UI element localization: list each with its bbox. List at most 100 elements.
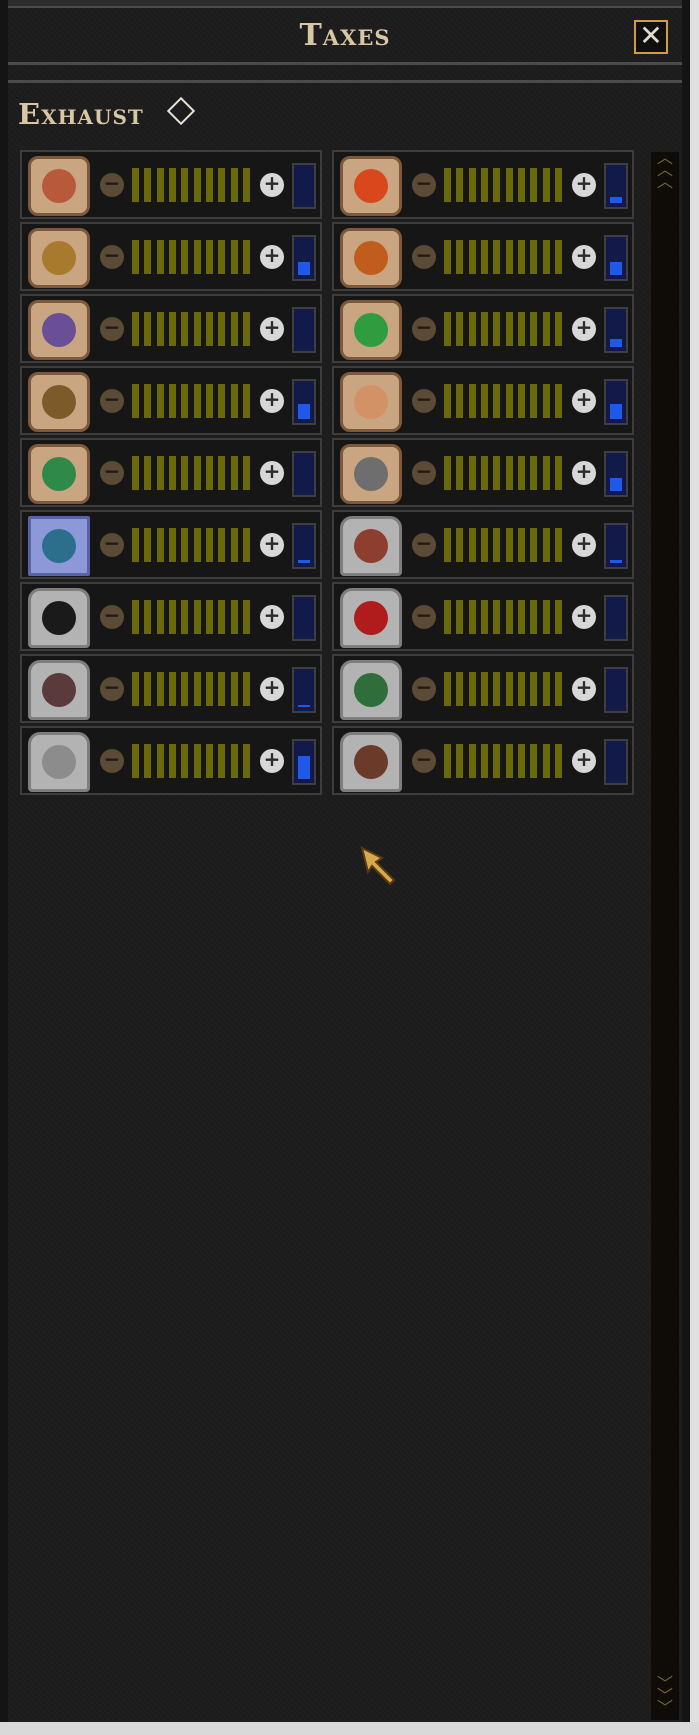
- slider-tick[interactable]: [542, 600, 550, 634]
- slider-tick[interactable]: [242, 240, 250, 274]
- slider-tick[interactable]: [144, 744, 152, 778]
- increase-button[interactable]: +: [572, 461, 596, 485]
- slider-tick[interactable]: [542, 168, 550, 202]
- slider-tick[interactable]: [517, 384, 525, 418]
- slider-tick[interactable]: [493, 744, 501, 778]
- slider-tick[interactable]: [168, 168, 176, 202]
- tax-slider[interactable]: [132, 528, 250, 562]
- slider-tick[interactable]: [480, 528, 488, 562]
- slider-tick[interactable]: [554, 528, 562, 562]
- slider-tick[interactable]: [554, 744, 562, 778]
- increase-button[interactable]: +: [260, 605, 284, 629]
- slider-tick[interactable]: [517, 744, 525, 778]
- slider-tick[interactable]: [205, 672, 213, 706]
- slider-tick[interactable]: [193, 168, 201, 202]
- slider-tick[interactable]: [480, 600, 488, 634]
- increase-button[interactable]: +: [572, 749, 596, 773]
- slider-tick[interactable]: [230, 456, 238, 490]
- slider-tick[interactable]: [205, 168, 213, 202]
- slider-tick[interactable]: [542, 744, 550, 778]
- slider-tick[interactable]: [156, 384, 164, 418]
- slider-tick[interactable]: [542, 384, 550, 418]
- slider-tick[interactable]: [132, 168, 139, 202]
- slider-tick[interactable]: [468, 168, 476, 202]
- slider-tick[interactable]: [517, 168, 525, 202]
- slider-tick[interactable]: [205, 744, 213, 778]
- slider-tick[interactable]: [181, 672, 189, 706]
- decrease-button[interactable]: −: [412, 533, 436, 557]
- slider-tick[interactable]: [156, 672, 164, 706]
- slider-tick[interactable]: [156, 456, 164, 490]
- slider-tick[interactable]: [242, 456, 250, 490]
- slider-tick[interactable]: [542, 456, 550, 490]
- slider-tick[interactable]: [468, 744, 476, 778]
- slider-tick[interactable]: [530, 240, 538, 274]
- slider-tick[interactable]: [444, 672, 451, 706]
- increase-button[interactable]: +: [260, 173, 284, 197]
- slider-tick[interactable]: [156, 168, 164, 202]
- slider-tick[interactable]: [218, 600, 226, 634]
- slider-tick[interactable]: [530, 528, 538, 562]
- tax-slider[interactable]: [444, 240, 562, 274]
- slider-tick[interactable]: [156, 744, 164, 778]
- decrease-button[interactable]: −: [412, 173, 436, 197]
- slider-tick[interactable]: [218, 312, 226, 346]
- slider-tick[interactable]: [530, 672, 538, 706]
- slider-tick[interactable]: [468, 240, 476, 274]
- slider-tick[interactable]: [156, 240, 164, 274]
- slider-tick[interactable]: [468, 456, 476, 490]
- slider-tick[interactable]: [168, 744, 176, 778]
- tax-slider[interactable]: [444, 168, 562, 202]
- slider-tick[interactable]: [242, 672, 250, 706]
- tax-slider[interactable]: [132, 384, 250, 418]
- slider-tick[interactable]: [168, 456, 176, 490]
- decrease-button[interactable]: −: [100, 173, 124, 197]
- slider-tick[interactable]: [493, 240, 501, 274]
- tax-slider[interactable]: [444, 744, 562, 778]
- slider-tick[interactable]: [132, 456, 139, 490]
- slider-tick[interactable]: [242, 312, 250, 346]
- slider-tick[interactable]: [468, 672, 476, 706]
- slider-tick[interactable]: [205, 456, 213, 490]
- slider-tick[interactable]: [517, 456, 525, 490]
- slider-tick[interactable]: [542, 240, 550, 274]
- slider-tick[interactable]: [242, 744, 250, 778]
- slider-tick[interactable]: [132, 600, 139, 634]
- slider-tick[interactable]: [230, 384, 238, 418]
- slider-tick[interactable]: [493, 600, 501, 634]
- slider-tick[interactable]: [444, 528, 451, 562]
- slider-tick[interactable]: [144, 672, 152, 706]
- increase-button[interactable]: +: [572, 173, 596, 197]
- slider-tick[interactable]: [144, 528, 152, 562]
- slider-tick[interactable]: [554, 600, 562, 634]
- slider-tick[interactable]: [242, 528, 250, 562]
- slider-tick[interactable]: [493, 672, 501, 706]
- slider-tick[interactable]: [505, 672, 513, 706]
- decrease-button[interactable]: −: [412, 245, 436, 269]
- slider-tick[interactable]: [554, 456, 562, 490]
- slider-tick[interactable]: [468, 600, 476, 634]
- decrease-button[interactable]: −: [100, 245, 124, 269]
- slider-tick[interactable]: [205, 312, 213, 346]
- slider-tick[interactable]: [132, 240, 139, 274]
- slider-tick[interactable]: [505, 312, 513, 346]
- slider-tick[interactable]: [493, 384, 501, 418]
- slider-tick[interactable]: [505, 528, 513, 562]
- slider-tick[interactable]: [505, 456, 513, 490]
- slider-tick[interactable]: [530, 744, 538, 778]
- slider-tick[interactable]: [205, 528, 213, 562]
- decrease-button[interactable]: −: [412, 317, 436, 341]
- decrease-button[interactable]: −: [100, 317, 124, 341]
- decrease-button[interactable]: −: [100, 749, 124, 773]
- slider-tick[interactable]: [156, 600, 164, 634]
- slider-tick[interactable]: [193, 672, 201, 706]
- tax-slider[interactable]: [132, 312, 250, 346]
- slider-tick[interactable]: [456, 456, 464, 490]
- slider-tick[interactable]: [468, 528, 476, 562]
- slider-tick[interactable]: [468, 384, 476, 418]
- slider-tick[interactable]: [480, 384, 488, 418]
- slider-tick[interactable]: [530, 384, 538, 418]
- slider-tick[interactable]: [230, 312, 238, 346]
- slider-tick[interactable]: [517, 240, 525, 274]
- slider-tick[interactable]: [230, 600, 238, 634]
